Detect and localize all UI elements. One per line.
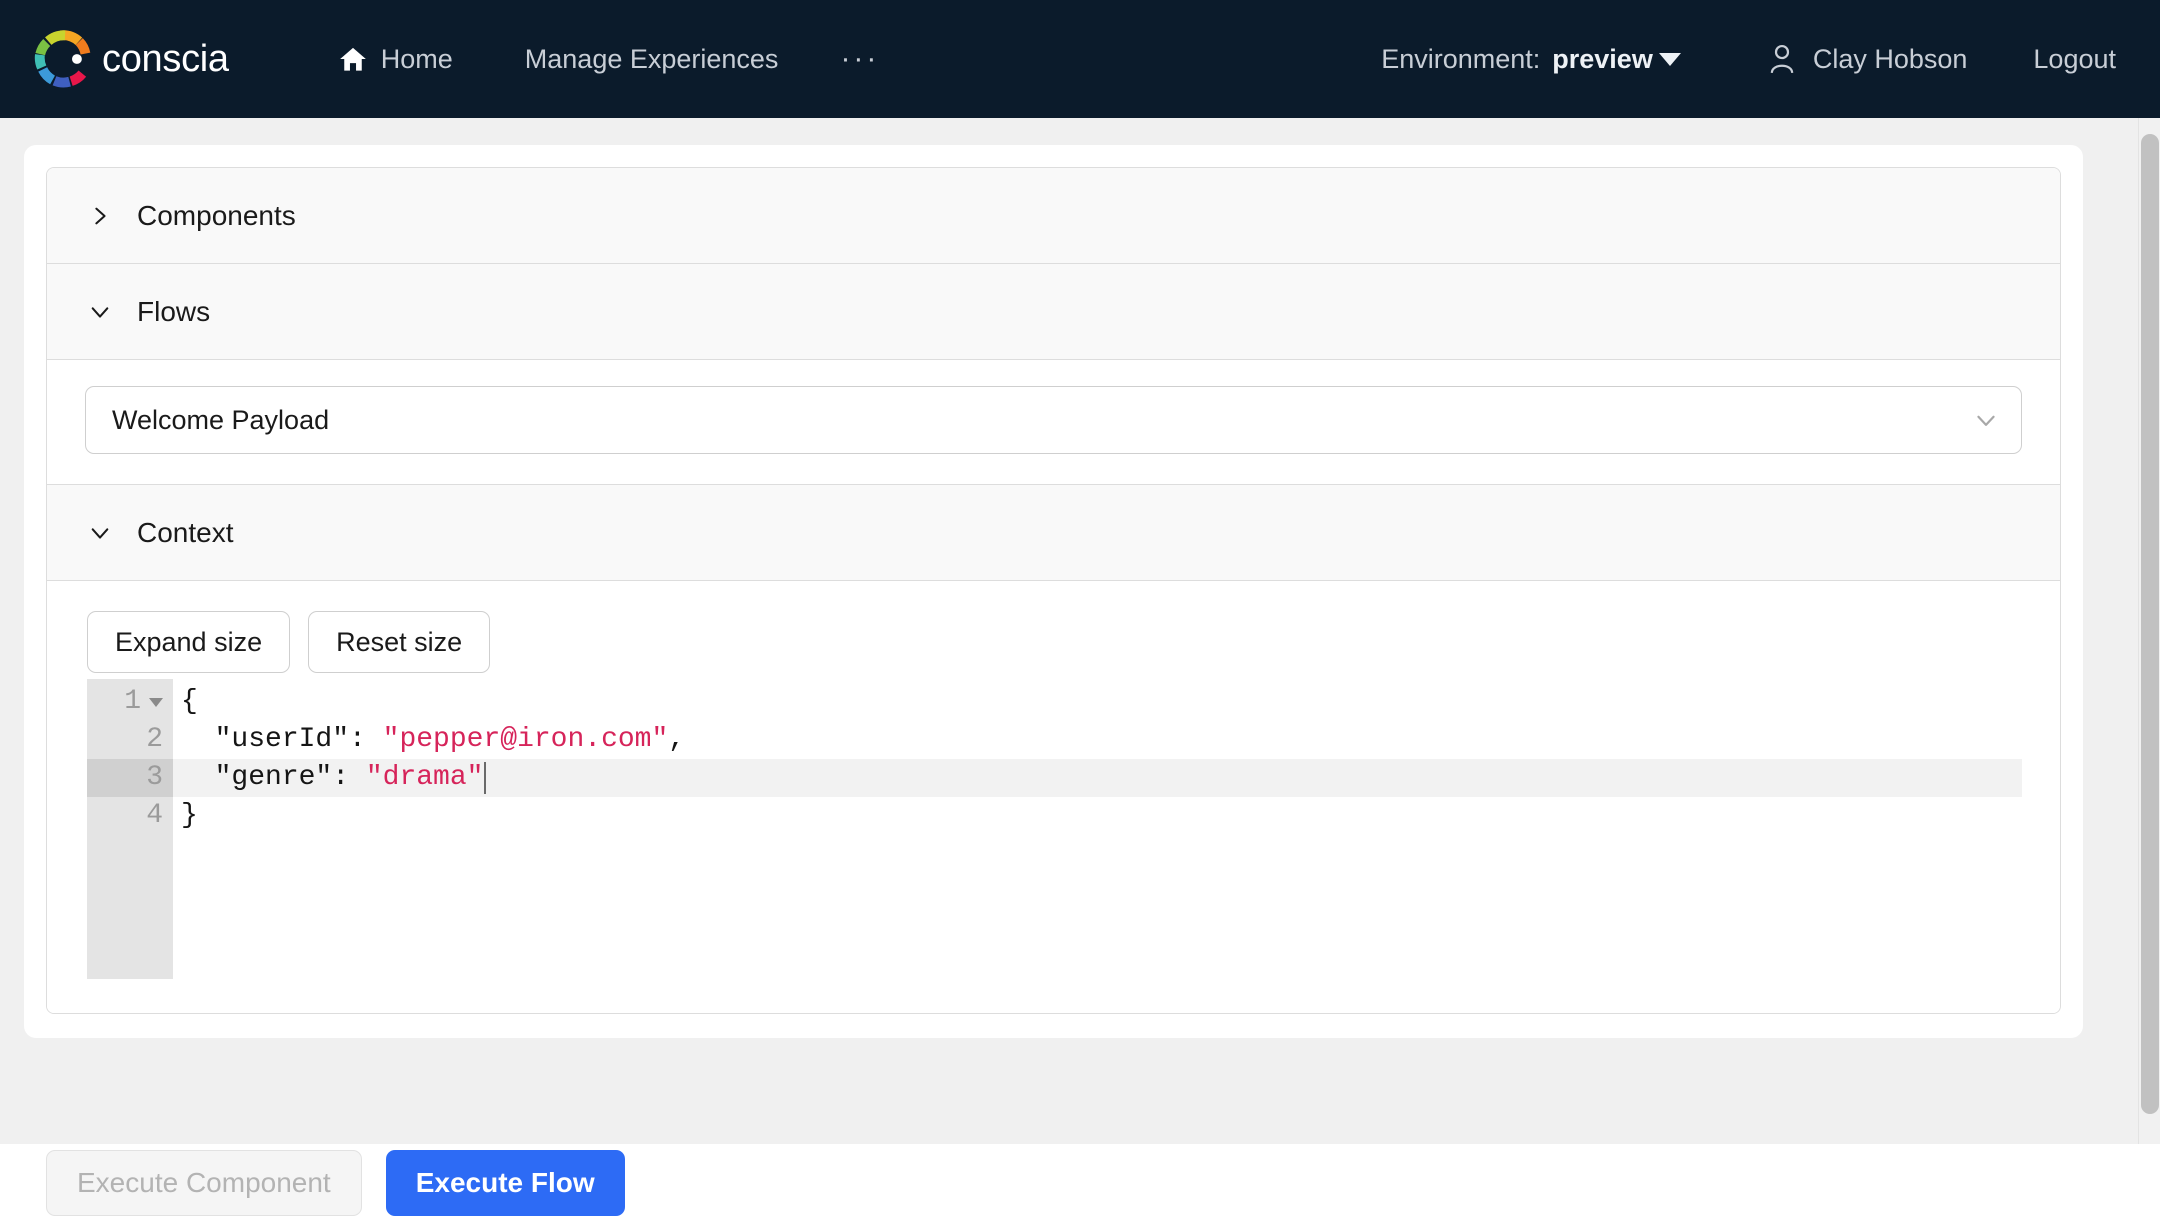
execute-component-button[interactable]: Execute Component (46, 1150, 362, 1216)
line-number-value: 3 (146, 762, 163, 793)
logout-button[interactable]: Logout (2033, 44, 2126, 75)
accordion-panel: Components Flows Welcome Payload Context… (46, 167, 2061, 1014)
chevron-down-icon (1977, 415, 1995, 426)
json-plain-token: { (181, 686, 198, 717)
editor-code-line[interactable]: "userId": "pepper@iron.com", (173, 721, 2022, 759)
editor-code-area[interactable]: { "userId": "pepper@iron.com", "genre": … (173, 679, 2022, 979)
accordion-header-context[interactable]: Context (47, 485, 2060, 581)
json-string-token: "drama" (365, 762, 484, 793)
caret-down-icon (1658, 52, 1681, 66)
code-fold-icon[interactable] (149, 697, 163, 707)
chevron-right-icon (95, 207, 106, 224)
conscia-color-wheel-logo (34, 30, 91, 88)
accordion-title-components: Components (137, 199, 296, 231)
expand-size-button[interactable]: Expand size (87, 611, 291, 673)
nav-item-home[interactable]: Home (303, 44, 489, 75)
accordion-title-context: Context (137, 516, 234, 548)
line-number-value: 4 (146, 800, 163, 831)
editor-line-number: 3 (87, 759, 173, 797)
editor-gutter-filler (87, 835, 173, 979)
flow-select-value: Welcome Payload (112, 404, 330, 435)
json-plain-token: "userId": (181, 724, 383, 755)
environment-value: preview (1552, 43, 1653, 74)
reset-size-button[interactable]: Reset size (308, 611, 491, 673)
accordion-header-flows[interactable]: Flows (47, 264, 2060, 360)
json-string-token: "pepper@iron.com" (382, 724, 669, 755)
action-bar: Execute Component Execute Flow (46, 1150, 625, 1216)
user-name: Clay Hobson (1812, 43, 1968, 74)
environment-value-group: preview (1552, 44, 1681, 75)
page-scrollbar-thumb[interactable] (2141, 134, 2159, 1114)
editor-gutter: 12 3 4 (87, 679, 173, 979)
nav-item-manage-experiences-label: Manage Experiences (524, 43, 779, 74)
top-navbar: conscia Home Manage Experiences ··· Envi… (0, 0, 2160, 118)
page-scrollbar[interactable] (2138, 118, 2160, 1144)
accordion-body-flows: Welcome Payload (47, 360, 2060, 485)
accordion-header-components[interactable]: Components (47, 168, 2060, 264)
editor-code-line[interactable]: "genre": "drama" (173, 759, 2022, 797)
user-icon (1770, 44, 1794, 74)
home-icon (339, 47, 366, 71)
json-plain-token: , (668, 724, 686, 755)
editor-line-number: 1 (87, 683, 173, 721)
editor-size-buttons: Expand size Reset size (87, 611, 2022, 673)
context-json-editor[interactable]: 12 3 4 { "userId": "pepper@iron.com", "gen… (87, 679, 2022, 979)
nav-links: Home Manage Experiences ··· (303, 44, 906, 75)
json-plain-token: "genre": (181, 762, 366, 793)
accordion-title-flows: Flows (137, 295, 211, 327)
execute-flow-button[interactable]: Execute Flow (385, 1150, 625, 1216)
text-cursor (484, 762, 487, 794)
playground-card: Components Flows Welcome Payload Context… (24, 145, 2083, 1038)
json-plain-token: } (181, 800, 198, 831)
line-number-value: 1 (124, 686, 141, 717)
editor-code-line[interactable]: } (173, 797, 2022, 835)
nav-item-home-label: Home (380, 43, 453, 74)
environment-selector[interactable]: Environment: preview (1381, 44, 1681, 75)
environment-label: Environment: (1381, 43, 1541, 74)
editor-line-number: 4 (87, 797, 173, 835)
user-menu[interactable]: Clay Hobson (1769, 43, 1968, 75)
line-number-value: 2 (146, 724, 163, 755)
chevron-down-icon (91, 527, 109, 539)
chevron-down-icon (91, 306, 109, 318)
brand-logo-link[interactable]: conscia (34, 30, 229, 88)
accordion-body-context: Expand size Reset size 12 3 4 { "userId": … (47, 581, 2060, 1013)
brand-name: conscia (102, 37, 229, 80)
editor-line-number: 2 (87, 721, 173, 759)
flow-select[interactable]: Welcome Payload (85, 386, 2022, 454)
navbar-right-group: Environment: preview Clay Hobson Logout (1381, 44, 2126, 75)
editor-code-line[interactable]: { (173, 683, 2022, 721)
page-body: Components Flows Welcome Payload Context… (0, 118, 2160, 1216)
nav-item-manage-experiences[interactable]: Manage Experiences (489, 44, 815, 75)
nav-overflow-menu-icon[interactable]: ··· (814, 44, 905, 74)
